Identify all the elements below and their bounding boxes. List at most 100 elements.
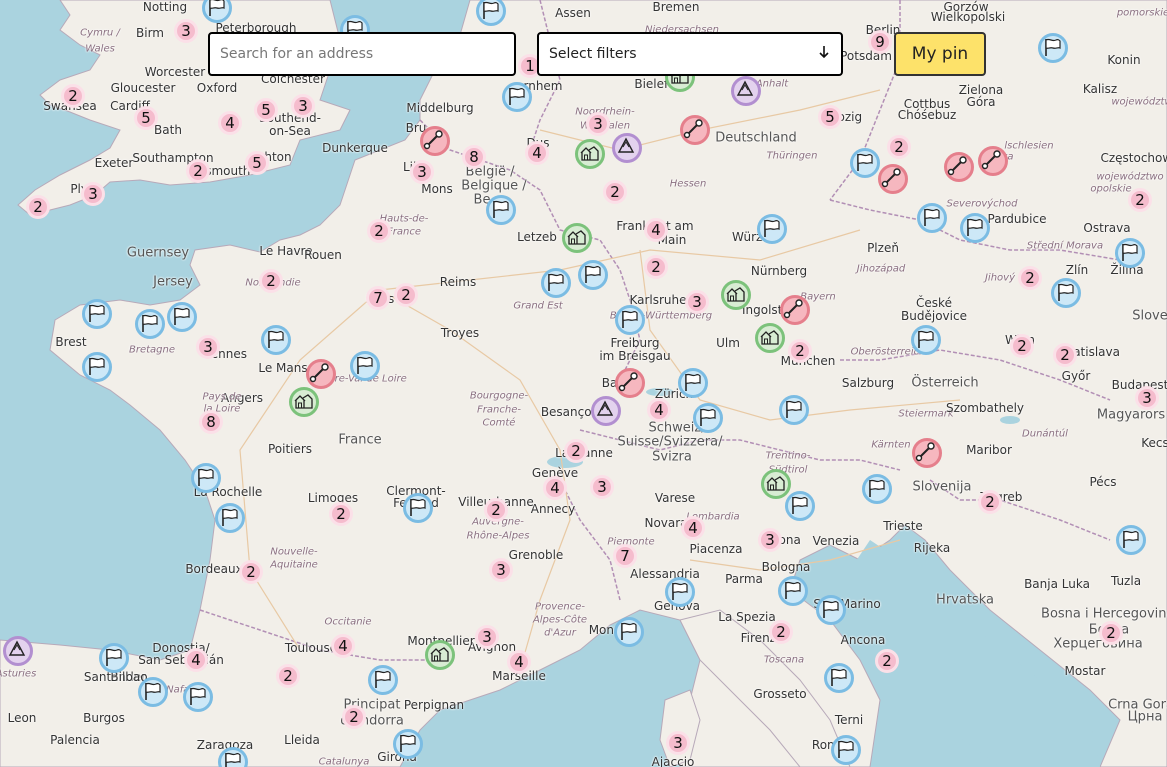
flag-marker[interactable] <box>578 260 608 290</box>
cluster-marker[interactable]: 3 <box>758 528 782 552</box>
wrench-marker[interactable] <box>306 359 336 389</box>
cluster-marker[interactable]: 4 <box>218 111 242 135</box>
cluster-marker[interactable]: 3 <box>489 558 513 582</box>
wrench-marker[interactable] <box>680 115 710 145</box>
house-marker[interactable] <box>755 323 785 353</box>
flag-marker[interactable] <box>261 325 291 355</box>
flag-marker[interactable] <box>917 203 947 233</box>
cluster-marker[interactable]: 2 <box>259 269 283 293</box>
flag-marker[interactable] <box>693 403 723 433</box>
cluster-marker[interactable]: 2 <box>564 439 588 463</box>
house-marker[interactable] <box>289 387 319 417</box>
cluster-marker[interactable]: 8 <box>199 410 223 434</box>
recycle-marker[interactable] <box>591 396 621 426</box>
recycle-marker[interactable] <box>3 636 33 666</box>
flag-marker[interactable] <box>824 663 854 693</box>
cluster-marker[interactable]: 2 <box>1128 188 1152 212</box>
house-marker[interactable] <box>575 139 605 169</box>
cluster-marker[interactable]: 3 <box>475 625 499 649</box>
wrench-marker[interactable] <box>780 295 810 325</box>
cluster-marker[interactable]: 2 <box>1010 334 1034 358</box>
cluster-marker[interactable]: 2 <box>603 180 627 204</box>
house-marker[interactable] <box>721 280 751 310</box>
cluster-marker[interactable]: 4 <box>507 650 531 674</box>
flag-marker[interactable] <box>403 493 433 523</box>
cluster-marker[interactable]: 2 <box>644 255 668 279</box>
flag-marker[interactable] <box>1116 525 1146 555</box>
flag-marker[interactable] <box>850 148 880 178</box>
cluster-marker[interactable]: 2 <box>484 498 508 522</box>
cluster-marker[interactable]: 2 <box>1099 621 1123 645</box>
cluster-marker[interactable]: 4 <box>525 141 549 165</box>
filters-select[interactable]: Select filters <box>537 32 843 76</box>
flag-marker[interactable] <box>393 729 423 759</box>
wrench-marker[interactable] <box>420 126 450 156</box>
flag-marker[interactable] <box>1051 278 1081 308</box>
flag-marker[interactable] <box>99 643 129 673</box>
recycle-marker[interactable] <box>731 76 761 106</box>
cluster-marker[interactable]: 2 <box>367 219 391 243</box>
flag-marker[interactable] <box>615 305 645 335</box>
flag-marker[interactable] <box>960 213 990 243</box>
cluster-marker[interactable]: 2 <box>342 705 366 729</box>
cluster-marker[interactable]: 3 <box>685 290 709 314</box>
flag-marker[interactable] <box>541 268 571 298</box>
cluster-marker[interactable]: 7 <box>613 544 637 568</box>
cluster-marker[interactable]: 2 <box>239 560 263 584</box>
cluster-marker[interactable]: 2 <box>61 84 85 108</box>
cluster-marker[interactable]: 5 <box>818 105 842 129</box>
cluster-marker[interactable]: 7 <box>366 286 390 310</box>
map-canvas[interactable]: Notting Birm Peterborough Cymru / Wales Worce… <box>0 0 1167 767</box>
flag-marker[interactable] <box>82 299 112 329</box>
flag-marker[interactable] <box>757 214 787 244</box>
flag-marker[interactable] <box>911 325 941 355</box>
cluster-marker[interactable]: 2 <box>887 135 911 159</box>
flag-marker[interactable] <box>183 682 213 712</box>
house-marker[interactable] <box>425 640 455 670</box>
flag-marker[interactable] <box>614 617 644 647</box>
flag-marker[interactable] <box>778 576 808 606</box>
cluster-marker[interactable]: 2 <box>1018 266 1042 290</box>
flag-marker[interactable] <box>1115 238 1145 268</box>
cluster-marker[interactable]: 2 <box>26 195 50 219</box>
cluster-marker[interactable]: 2 <box>769 620 793 644</box>
flag-marker[interactable] <box>167 302 197 332</box>
flag-marker[interactable] <box>486 195 516 225</box>
cluster-marker[interactable]: 3 <box>410 160 434 184</box>
cluster-marker[interactable]: 5 <box>134 106 158 130</box>
cluster-marker[interactable]: 2 <box>186 159 210 183</box>
flag-marker[interactable] <box>191 463 221 493</box>
flag-marker[interactable] <box>785 491 815 521</box>
recycle-marker[interactable] <box>612 133 642 163</box>
wrench-marker[interactable] <box>978 146 1008 176</box>
cluster-marker[interactable]: 4 <box>331 634 355 658</box>
cluster-marker[interactable]: 3 <box>174 19 198 43</box>
flag-marker[interactable] <box>816 595 846 625</box>
cluster-marker[interactable]: 2 <box>875 649 899 673</box>
cluster-marker[interactable]: 5 <box>254 98 278 122</box>
cluster-marker[interactable]: 9 <box>868 30 892 54</box>
flag-marker[interactable] <box>1038 33 1068 63</box>
search-input[interactable] <box>208 32 516 76</box>
cluster-marker[interactable]: 8 <box>462 145 486 169</box>
cluster-marker[interactable]: 4 <box>644 218 668 242</box>
flag-marker[interactable] <box>779 395 809 425</box>
flag-marker[interactable] <box>665 577 695 607</box>
cluster-marker[interactable]: 2 <box>978 490 1002 514</box>
cluster-marker[interactable]: 2 <box>394 283 418 307</box>
wrench-marker[interactable] <box>878 164 908 194</box>
flag-marker[interactable] <box>862 474 892 504</box>
my-pin-button[interactable]: My pin <box>894 32 986 76</box>
house-marker[interactable] <box>562 223 592 253</box>
flag-marker[interactable] <box>502 82 532 112</box>
cluster-marker[interactable]: 3 <box>291 94 315 118</box>
cluster-marker[interactable]: 3 <box>1135 386 1159 410</box>
flag-marker[interactable] <box>831 735 861 765</box>
map-basemap[interactable] <box>0 0 1167 767</box>
cluster-marker[interactable]: 2 <box>1053 343 1077 367</box>
cluster-marker[interactable]: 3 <box>81 182 105 206</box>
wrench-marker[interactable] <box>912 438 942 468</box>
cluster-marker[interactable]: 2 <box>329 502 353 526</box>
wrench-marker[interactable] <box>615 368 645 398</box>
flag-marker[interactable] <box>678 368 708 398</box>
